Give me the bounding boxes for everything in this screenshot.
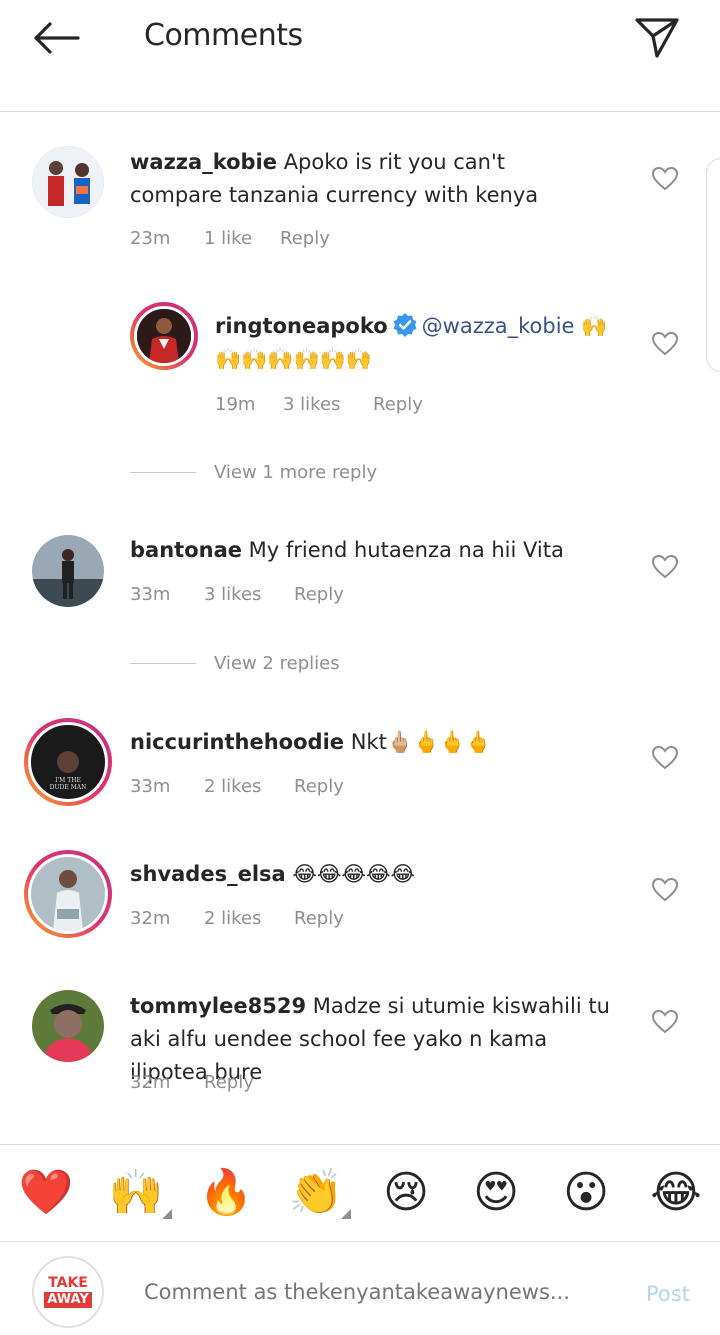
comment-body: My friend hutaenza na hii Vita: [248, 538, 564, 562]
avatar[interactable]: [32, 535, 104, 607]
logo-text-take: TAKE: [48, 1275, 88, 1291]
avatar[interactable]: [32, 146, 104, 218]
skin-tone-indicator: [162, 1209, 172, 1219]
comment-meta: 19m 3 likes Reply: [215, 394, 423, 415]
avatar-shirt-text: I'M THE DUDE MAN: [49, 777, 87, 791]
avatar-photo-icon: [32, 990, 104, 1062]
comment-time: 32m: [130, 1072, 171, 1093]
comment-username[interactable]: niccurinthehoodie: [130, 730, 344, 754]
view-more-replies[interactable]: View 1 more reply: [130, 462, 377, 483]
post-button[interactable]: Post: [646, 1282, 690, 1306]
comment-item: tommylee8529 Madze si utumie kiswahili t…: [0, 976, 720, 1116]
comment-time: 33m: [130, 584, 171, 605]
avatar[interactable]: I'M THE DUDE MAN: [24, 718, 112, 806]
comment-text: niccurinthehoodie Nkt🖕🏼🖕🖕🖕: [130, 726, 610, 759]
reply-button[interactable]: Reply: [204, 1072, 254, 1093]
emoji-bar: ❤️ 🙌 🔥 👏 😢 😍 😮 😂: [0, 1144, 720, 1242]
comment-body: Nkt🖕🏼🖕🖕🖕: [350, 730, 492, 754]
comment-text: ringtoneapoko @wazza_kobie 🙌 🙌🙌🙌🙌🙌🙌: [215, 310, 615, 376]
comment-likes[interactable]: 2 likes: [204, 776, 294, 797]
heart-outline-icon[interactable]: [651, 744, 679, 772]
emoji-clap[interactable]: 👏: [286, 1165, 346, 1221]
avatar-photo-icon: [31, 857, 105, 931]
comment-text: wazza_kobie Apoko is rit you can't compa…: [130, 146, 590, 212]
avatar[interactable]: [32, 990, 104, 1062]
comment-username[interactable]: ringtoneapoko: [215, 314, 388, 338]
comment-item: wazza_kobie Apoko is rit you can't compa…: [0, 130, 720, 270]
send-icon: [635, 18, 679, 58]
view-replies-label[interactable]: View 1 more reply: [214, 462, 377, 483]
back-arrow-icon: [34, 22, 80, 54]
comment-username[interactable]: shvades_elsa: [130, 862, 286, 886]
divider: [130, 472, 196, 473]
comment-text: shvades_elsa 😂😂😂😂😂: [130, 858, 610, 891]
emoji-crying[interactable]: 😢: [376, 1165, 436, 1221]
reply-button[interactable]: Reply: [373, 394, 423, 415]
comment-time: 23m: [130, 228, 171, 249]
emoji-heart[interactable]: ❤️: [16, 1165, 76, 1221]
comment-mention[interactable]: @wazza_kobie: [422, 314, 575, 338]
comment-time: 32m: [130, 908, 171, 929]
heart-outline-icon[interactable]: [651, 1008, 679, 1036]
emoji-surprised[interactable]: 😮: [556, 1165, 616, 1221]
emoji-heart-eyes[interactable]: 😍: [466, 1165, 526, 1221]
comment-meta: 32m 2 likes Reply: [130, 908, 344, 929]
comment-meta: 23m 1 like Reply: [130, 228, 330, 249]
avatar-photo-icon: [32, 146, 104, 218]
heart-outline-icon[interactable]: [651, 330, 679, 358]
comment-likes[interactable]: 3 likes: [204, 584, 294, 605]
share-button[interactable]: [630, 14, 684, 62]
avatar-photo-icon: [32, 535, 104, 607]
skin-tone-indicator: [341, 1209, 351, 1219]
comment-likes[interactable]: 1 like: [204, 228, 280, 249]
comment-meta: 33m 2 likes Reply: [130, 776, 344, 797]
comment-input[interactable]: [144, 1280, 604, 1304]
reply-button[interactable]: Reply: [280, 228, 330, 249]
comment-time: 19m: [215, 394, 256, 415]
verified-badge-icon: [393, 313, 417, 337]
avatar-photo-icon: [137, 309, 191, 363]
header: Comments: [0, 0, 720, 112]
comment-item: I'M THE DUDE MAN niccurinthehoodie Nkt🖕🏼…: [0, 712, 720, 832]
emoji-laughing[interactable]: 😂: [646, 1165, 706, 1221]
back-button[interactable]: [28, 14, 84, 62]
page-title: Comments: [144, 18, 303, 53]
comment-likes[interactable]: 3 likes: [283, 394, 373, 415]
comment-meta: 32m Reply: [130, 1072, 254, 1093]
comment-item: shvades_elsa 😂😂😂😂😂 32m 2 likes Reply: [0, 844, 720, 964]
heart-outline-icon[interactable]: [651, 876, 679, 904]
comment-meta: 33m 3 likes Reply: [130, 584, 344, 605]
reply-button[interactable]: Reply: [294, 776, 344, 797]
comment-body: 😂😂😂😂😂: [292, 862, 416, 886]
comment-time: 33m: [130, 776, 171, 797]
avatar[interactable]: [130, 302, 198, 370]
avatar[interactable]: [24, 850, 112, 938]
avatar: TAKE AWAY: [32, 1256, 104, 1328]
comment-username[interactable]: wazza_kobie: [130, 150, 277, 174]
heart-outline-icon[interactable]: [651, 165, 679, 193]
divider: [130, 663, 196, 664]
comment-username[interactable]: tommylee8529: [130, 994, 306, 1018]
emoji-fire[interactable]: 🔥: [196, 1165, 256, 1221]
reply-item: ringtoneapoko @wazza_kobie 🙌 🙌🙌🙌🙌🙌🙌 19m 3…: [0, 296, 720, 436]
avatar-face: [57, 751, 79, 773]
comment-composer: TAKE AWAY Post: [0, 1242, 720, 1335]
view-replies-label[interactable]: View 2 replies: [214, 653, 340, 674]
comment-username[interactable]: bantonae: [130, 538, 242, 562]
comment-likes[interactable]: 2 likes: [204, 908, 294, 929]
reply-button[interactable]: Reply: [294, 584, 344, 605]
comment-text: bantonae My friend hutaenza na hii Vita: [130, 534, 610, 567]
logo-text-away: AWAY: [44, 1292, 92, 1308]
emoji-raised-hands[interactable]: 🙌: [106, 1165, 166, 1221]
view-more-replies[interactable]: View 2 replies: [130, 653, 340, 674]
comment-item: bantonae My friend hutaenza na hii Vita …: [0, 520, 720, 640]
reply-button[interactable]: Reply: [294, 908, 344, 929]
heart-outline-icon[interactable]: [651, 553, 679, 581]
